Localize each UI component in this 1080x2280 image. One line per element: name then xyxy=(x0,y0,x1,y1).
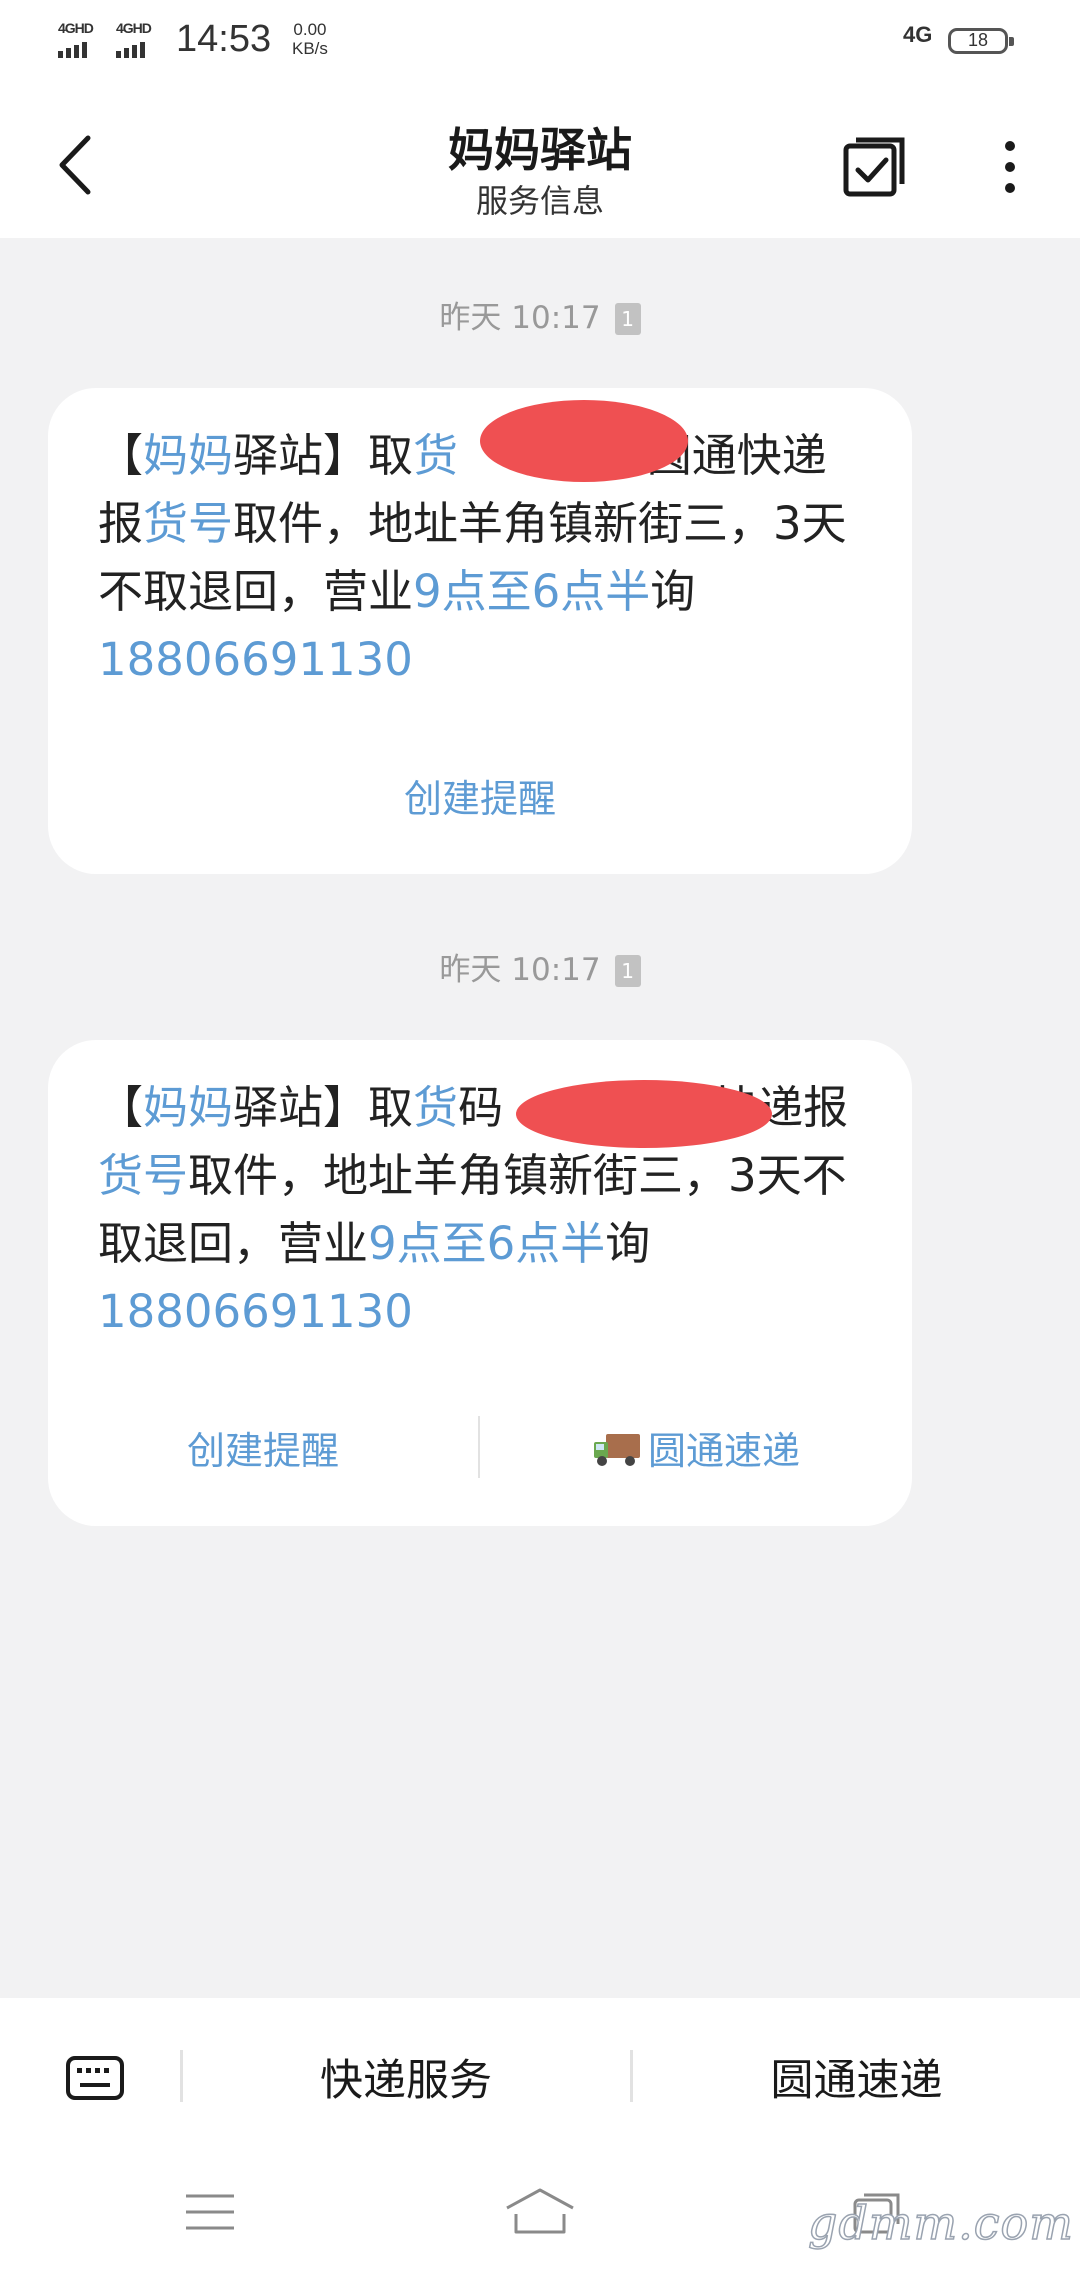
battery-level: 18 xyxy=(967,30,989,50)
create-reminder-button[interactable]: 创建提醒 xyxy=(48,768,912,823)
network-speed-unit: KB/s xyxy=(292,39,328,58)
network-type-1: 4GHD xyxy=(58,20,94,36)
phone-link[interactable]: 18806691130 xyxy=(98,633,413,686)
yto-express-button[interactable]: 圆通速递 xyxy=(480,1420,912,1475)
keyboard-icon xyxy=(66,2056,124,2100)
message-timestamp: 昨天 10:17 1 xyxy=(0,292,1080,337)
text-segment: 【 xyxy=(98,1081,144,1134)
link-segment[interactable]: 9点至6点半 xyxy=(368,1217,605,1270)
text-segment: 询 xyxy=(650,565,696,618)
network-speed-value: 0.00 xyxy=(293,20,327,39)
mobile-data-indicator: 4G xyxy=(903,22,933,47)
service-menu-bar: 快递服务 圆通速递 xyxy=(0,1998,1080,2156)
phone-link[interactable]: 18806691130 xyxy=(98,1285,413,1338)
text-segment: 【 xyxy=(98,429,144,482)
sim-badge: 1 xyxy=(614,955,641,987)
link-segment[interactable]: 货号 xyxy=(98,1149,188,1202)
link-segment[interactable]: 妈妈 xyxy=(143,429,233,482)
check-square-icon xyxy=(843,137,905,197)
network-type-2: 4GHD xyxy=(116,20,152,36)
system-navigation-bar: gdmm.com xyxy=(0,2156,1080,2280)
link-segment[interactable]: 9点至6点半 xyxy=(413,565,650,618)
link-segment[interactable]: 货号 xyxy=(143,497,233,550)
redaction-mark xyxy=(516,1080,772,1148)
hamburger-menu-icon xyxy=(186,2194,234,2230)
mark-read-button[interactable] xyxy=(840,132,908,200)
conversation-header: 妈妈驿站 服务信息 xyxy=(0,84,1080,238)
link-segment[interactable]: 货 xyxy=(413,1081,458,1134)
yto-express-menu[interactable]: 圆通速递 xyxy=(633,2046,1080,2108)
menu-nav-button[interactable] xyxy=(184,2190,236,2238)
contact-name: 妈妈驿站 xyxy=(448,123,632,177)
network-speed: 0.00 KB/s xyxy=(292,20,328,58)
watermark-text: gdmm.com xyxy=(807,2195,1074,2251)
link-segment[interactable]: 货 xyxy=(413,429,458,482)
message-bubble[interactable]: 【妈妈驿站】取货 3圆通快递报货号取件，地址羊角镇新街三，3天不取退回，营业9点至… xyxy=(48,388,912,874)
text-segment: 码 xyxy=(458,1081,504,1134)
yto-express-label: 圆通速递 xyxy=(647,1429,800,1473)
status-time: 14:53 xyxy=(176,18,272,60)
text-segment: 询 xyxy=(605,1217,651,1270)
text-segment: 驿站】取 xyxy=(233,1081,414,1134)
more-vertical-icon xyxy=(1005,141,1015,193)
message-bubble[interactable]: 【妈妈驿站】取货码通快递报货号取件，地址羊角镇新街三，3天不取退回，营业9点至6… xyxy=(48,1040,912,1526)
more-options-button[interactable] xyxy=(990,132,1030,202)
contact-type: 服务信息 xyxy=(475,182,604,220)
sim-badge: 1 xyxy=(614,303,641,335)
link-segment[interactable]: 妈妈 xyxy=(143,1081,233,1134)
timestamp-text: 昨天 10:17 xyxy=(439,952,601,988)
express-service-menu[interactable]: 快递服务 xyxy=(182,2046,630,2108)
home-nav-button[interactable] xyxy=(504,2186,576,2240)
keyboard-toggle-button[interactable] xyxy=(66,2056,124,2100)
redaction-mark xyxy=(480,400,688,482)
signal-icon-sim2: 4GHD xyxy=(114,20,162,60)
message-timestamp: 昨天 10:17 1 xyxy=(0,944,1080,989)
battery-icon: 18 xyxy=(948,28,1014,54)
timestamp-text: 昨天 10:17 xyxy=(439,300,601,336)
status-bar: 4GHD 4GHD 14:53 0.00 KB/s 4G 18 xyxy=(0,0,1080,84)
text-segment: 驿站】取 xyxy=(233,429,414,482)
signal-icon-sim1: 4GHD xyxy=(56,20,104,60)
message-text[interactable]: 【妈妈驿站】取货 3圆通快递报货号取件，地址羊角镇新街三，3天不取退回，营业9点至… xyxy=(98,422,862,694)
create-reminder-button[interactable]: 创建提醒 xyxy=(48,1420,478,1475)
delivery-truck-icon xyxy=(593,1434,640,1466)
home-icon xyxy=(506,2188,574,2234)
